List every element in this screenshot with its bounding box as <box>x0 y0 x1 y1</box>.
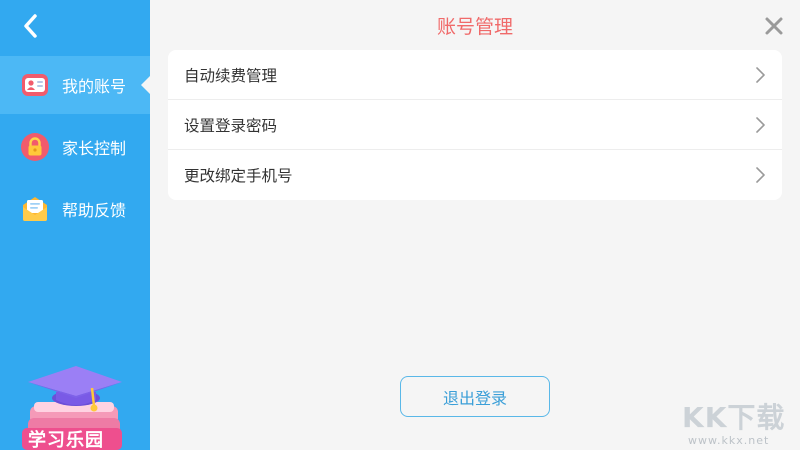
chevron-right-icon <box>756 116 765 133</box>
row-label: 自动续费管理 <box>184 66 278 85</box>
watermark: KK下载 www.kkx.net <box>660 396 800 450</box>
logout-button[interactable]: 退出登录 <box>400 376 550 417</box>
sidebar-item-label: 我的账号 <box>62 77 127 96</box>
sidebar-item-help-feedback[interactable]: 帮助反馈 <box>0 180 150 238</box>
settings-row-set-password[interactable]: 设置登录密码 <box>168 100 782 150</box>
chevron-left-icon <box>24 14 37 38</box>
app-logo: 学习乐园 <box>22 362 130 450</box>
row-label: 设置登录密码 <box>184 116 278 135</box>
chevron-right-icon <box>756 167 765 183</box>
chevron-right-icon <box>756 66 765 83</box>
mail-icon <box>20 194 50 224</box>
settings-row-auto-renew[interactable]: 自动续费管理 <box>168 50 782 100</box>
settings-list: 自动续费管理 设置登录密码 更改绑定手机号 <box>168 50 782 200</box>
watermark-url: www.kkx.net <box>688 434 770 447</box>
sidebar-item-label: 帮助反馈 <box>62 201 127 220</box>
watermark-brand: KK下载 <box>682 401 786 434</box>
active-indicator <box>141 76 150 94</box>
sidebar-item-parental-control[interactable]: 家长控制 <box>0 118 150 176</box>
lock-icon <box>20 132 50 162</box>
logo-text: 学习乐园 <box>28 430 104 450</box>
row-label: 更改绑定手机号 <box>184 167 293 185</box>
sidebar: 我的账号 家长控制 帮助反馈 学习乐园 <box>0 0 150 450</box>
id-card-icon <box>20 70 50 100</box>
back-button[interactable] <box>14 10 46 42</box>
close-icon <box>765 17 783 35</box>
sidebar-item-label: 家长控制 <box>62 139 127 158</box>
sidebar-item-my-account[interactable]: 我的账号 <box>0 56 150 114</box>
settings-row-change-phone[interactable]: 更改绑定手机号 <box>168 150 782 200</box>
page-title: 账号管理 <box>436 16 513 38</box>
close-button[interactable] <box>762 14 786 38</box>
